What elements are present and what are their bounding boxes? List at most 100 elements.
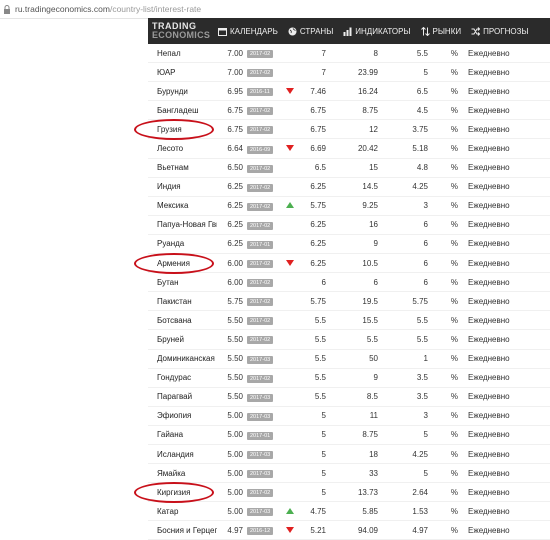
reference-date: 2017-03 bbox=[243, 468, 283, 479]
unit: % bbox=[450, 258, 458, 268]
frequency: Ежедневно bbox=[468, 144, 510, 154]
country-link[interactable]: Доминиканская Республика bbox=[148, 354, 217, 363]
highest-value: 16.24 bbox=[357, 86, 378, 96]
rate-value: 5.75 bbox=[227, 296, 243, 306]
highest-value: 8 bbox=[373, 48, 378, 58]
table-row: Исландия 5.00 2017-03 5 18 4.25% Ежедневно bbox=[148, 445, 550, 465]
unit: % bbox=[450, 201, 458, 211]
country-link[interactable]: Вьетнам bbox=[148, 163, 217, 172]
frequency: Ежедневно bbox=[468, 525, 510, 535]
country-link[interactable]: Руанда bbox=[148, 239, 217, 248]
table-row: Лесото 6.64 2016-09 6.69 20.42 5.18% Ежедневно bbox=[148, 139, 550, 159]
lowest-value: 4.25 bbox=[412, 182, 428, 192]
country-link[interactable]: Исландия bbox=[148, 450, 217, 459]
date-badge: 2017-01 bbox=[247, 431, 274, 440]
unit: % bbox=[450, 67, 458, 77]
table-row: Ямайка 5.00 2017-03 5 33 5% Ежедневно bbox=[148, 464, 550, 484]
unit: % bbox=[450, 354, 458, 364]
nav-forecasts[interactable]: ПРОГНОЗЫ bbox=[471, 27, 529, 36]
table-row: Руанда 6.25 2017-01 6.25 9 6% Ежедневно bbox=[148, 235, 550, 255]
nav-indicators-label: ИНДИКАТОРЫ bbox=[355, 26, 411, 36]
url-text[interactable]: ru.tradingeconomics.com/country-list/int… bbox=[15, 4, 201, 14]
lowest-value: 4.5 bbox=[416, 105, 428, 115]
nav-markets-label: РЫНКИ bbox=[432, 26, 462, 36]
table-row: Эфиопия 5.00 2017-03 5 11 3% Ежедневно bbox=[148, 407, 550, 426]
nav-indicators[interactable]: ИНДИКАТОРЫ bbox=[343, 26, 411, 36]
nav-markets[interactable]: РЫНКИ bbox=[420, 26, 462, 36]
country-link[interactable]: Гондурас bbox=[148, 373, 217, 382]
table-row: Папуа-Новая Гвинея 6.25 2017-02 6.25 16 6% Еже… bbox=[148, 216, 550, 235]
trend-indicator bbox=[283, 259, 297, 268]
previous-value: 5 bbox=[321, 411, 326, 421]
country-link[interactable]: Папуа-Новая Гвинея bbox=[148, 220, 217, 229]
frequency: Ежедневно bbox=[468, 449, 510, 459]
calendar-icon bbox=[218, 27, 227, 36]
frequency: Ежедневно bbox=[468, 468, 510, 478]
reference-date: 2017-02 bbox=[243, 105, 283, 116]
date-badge: 2017-02 bbox=[247, 50, 274, 59]
country-link[interactable]: Бутан bbox=[148, 278, 217, 287]
rate-value: 7.00 bbox=[227, 67, 243, 77]
table-row: Пакистан 5.75 2017-02 5.75 19.5 5.75% Ежедневн… bbox=[148, 292, 550, 312]
country-link[interactable]: Бруней bbox=[148, 335, 217, 344]
previous-value: 7 bbox=[321, 48, 326, 58]
site-logo[interactable]: TRADING ECONOMICS bbox=[148, 22, 218, 40]
rate-value: 6.50 bbox=[227, 163, 243, 173]
country-link[interactable]: Гайана bbox=[148, 430, 217, 439]
unit: % bbox=[450, 449, 458, 459]
date-badge: 2017-03 bbox=[247, 470, 274, 479]
unit: % bbox=[450, 277, 458, 287]
country-link[interactable]: Мексика bbox=[148, 201, 217, 210]
lowest-value: 5.18 bbox=[412, 144, 428, 154]
rate-value: 5.50 bbox=[227, 315, 243, 325]
rate-value: 5.50 bbox=[227, 373, 243, 383]
country-link[interactable]: Ямайка bbox=[148, 469, 217, 478]
reference-date: 2017-02 bbox=[243, 258, 283, 269]
highest-value: 20.42 bbox=[357, 144, 378, 154]
highest-value: 12 bbox=[369, 124, 378, 134]
country-link[interactable]: Непал bbox=[148, 49, 217, 58]
country-link[interactable]: Бурунди bbox=[148, 87, 217, 96]
highest-value: 50 bbox=[369, 354, 378, 364]
country-link[interactable]: Парагвай bbox=[148, 392, 217, 401]
highest-value: 8.5 bbox=[366, 392, 378, 402]
previous-value: 6.25 bbox=[310, 258, 326, 268]
rate-value: 5.00 bbox=[227, 449, 243, 459]
lowest-value: 4.25 bbox=[412, 449, 428, 459]
country-link[interactable]: ЮАР bbox=[148, 68, 217, 77]
country-link[interactable]: Индия bbox=[148, 182, 217, 191]
rate-value: 5.00 bbox=[227, 468, 243, 478]
nav-calendar[interactable]: КАЛЕНДАРЬ bbox=[218, 27, 278, 36]
previous-value: 5.5 bbox=[314, 373, 326, 383]
trend-indicator bbox=[283, 507, 297, 516]
date-badge: 2017-02 bbox=[247, 202, 274, 211]
address-bar[interactable]: ru.tradingeconomics.com/country-list/int… bbox=[0, 0, 550, 19]
country-link[interactable]: Босния и Герцеговина bbox=[148, 526, 217, 535]
country-link[interactable]: Эфиопия bbox=[148, 411, 217, 420]
country-link[interactable]: Ботсвана bbox=[148, 316, 217, 325]
nav-countries[interactable]: СТРАНЫ bbox=[288, 27, 333, 36]
date-badge: 2017-02 bbox=[247, 126, 274, 135]
rate-value: 6.00 bbox=[227, 258, 243, 268]
highest-value: 33 bbox=[369, 468, 378, 478]
highest-value: 11 bbox=[369, 411, 378, 421]
country-link[interactable]: Катар bbox=[148, 507, 217, 516]
highest-value: 9.25 bbox=[362, 201, 378, 211]
date-badge: 2017-01 bbox=[247, 240, 274, 249]
rate-value: 5.00 bbox=[227, 487, 243, 497]
country-link[interactable]: Пакистан bbox=[148, 297, 217, 306]
rate-value: 6.75 bbox=[227, 124, 243, 134]
highest-value: 13.73 bbox=[357, 487, 378, 497]
unit: % bbox=[450, 506, 458, 516]
unit: % bbox=[450, 105, 458, 115]
frequency: Ежедневно bbox=[468, 277, 510, 287]
date-badge: 2017-02 bbox=[247, 374, 274, 383]
date-badge: 2017-03 bbox=[247, 508, 274, 517]
frequency: Ежедневно bbox=[468, 67, 510, 77]
reference-date: 2017-01 bbox=[243, 239, 283, 249]
page-info-icon[interactable] bbox=[3, 4, 11, 14]
table-row: Бурунди 6.95 2016-11 7.46 16.24 6.5% Ежедневно bbox=[148, 82, 550, 102]
previous-value: 7 bbox=[321, 67, 326, 77]
country-link[interactable]: Бангладеш bbox=[148, 106, 217, 115]
country-link[interactable]: Лесото bbox=[148, 144, 217, 153]
